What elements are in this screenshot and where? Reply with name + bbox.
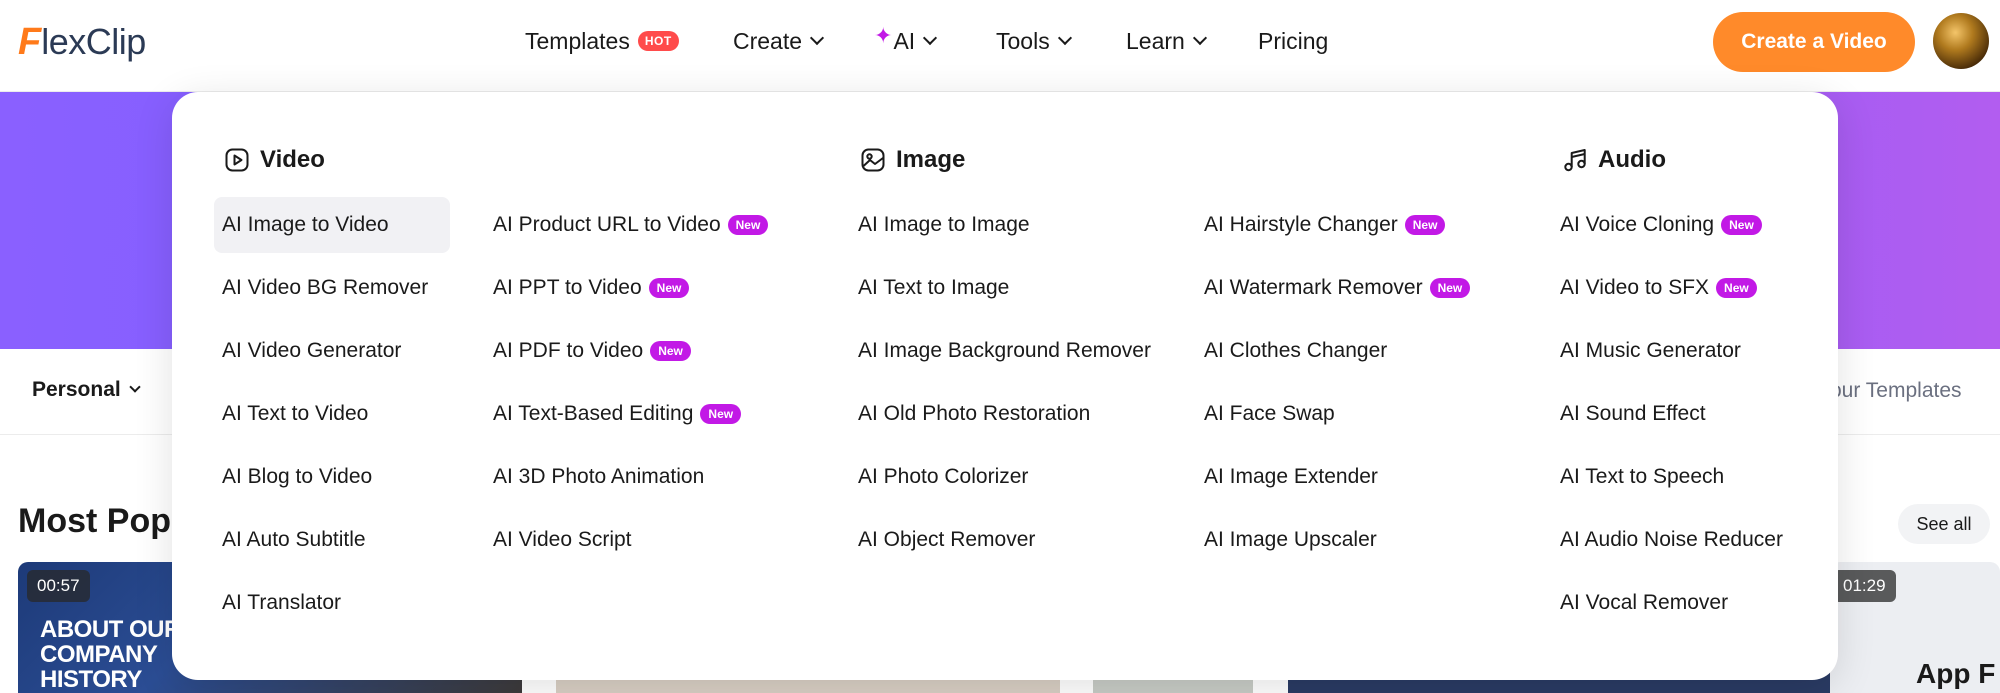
chevron-down-icon — [809, 30, 825, 46]
logo-text: lexClip — [41, 21, 146, 62]
menu-item-ai-image-to-image[interactable]: AI Image to Image — [850, 197, 1030, 253]
menu-item-ai-watermark-remover[interactable]: AI Watermark Remover New — [1196, 260, 1471, 316]
nav-pricing-label: Pricing — [1258, 27, 1329, 54]
menu-item-label: AI Video to SFX — [1560, 276, 1710, 299]
menu-item-label: AI Voice Cloning — [1560, 213, 1715, 236]
menu-item-label: AI PPT to Video — [493, 276, 642, 299]
menu-item-label: AI Product URL to Video — [493, 213, 721, 236]
menu-item-ai-video-script[interactable]: AI Video Script — [485, 512, 632, 568]
video-heading-label: Video — [260, 146, 325, 173]
chevron-down-icon — [1192, 30, 1207, 46]
menu-item-ai-audio-noise-reducer[interactable]: AI Audio Noise Reducer — [1552, 512, 1783, 568]
new-badge: New — [700, 404, 742, 424]
menu-item-ai-text-based-editing[interactable]: AI Text-Based Editing New — [485, 386, 742, 442]
ai-dropdown-menu: Video Image Audio AI Image to Video AI V… — [172, 92, 1838, 680]
menu-item-ai-product-url-to-video[interactable]: AI Product URL to Video New — [485, 197, 769, 253]
personal-dropdown[interactable]: Personal — [32, 378, 141, 402]
new-badge: New — [650, 341, 691, 361]
new-badge: New — [1404, 215, 1446, 235]
menu-item-ai-3d-photo-animation[interactable]: AI 3D Photo Animation — [485, 449, 704, 505]
menu-item-ai-image-upscaler[interactable]: AI Image Upscaler — [1196, 512, 1377, 568]
menu-item-ai-vocal-remover[interactable]: AI Vocal Remover — [1552, 575, 1728, 631]
menu-item-ai-video-generator[interactable]: AI Video Generator — [214, 323, 401, 379]
menu-item-ai-music-generator[interactable]: AI Music Generator — [1552, 323, 1741, 379]
nav-learn-label: Learn — [1126, 27, 1185, 54]
nav-ai[interactable]: ✦ AI — [874, 23, 938, 58]
section-title: Most Popu — [18, 502, 192, 540]
nav-learn[interactable]: Learn — [1126, 24, 1207, 58]
menu-item-ai-translator[interactable]: AI Translator — [214, 575, 341, 631]
menu-item-ai-object-remover[interactable]: AI Object Remover — [850, 512, 1035, 568]
create-video-button[interactable]: Create a Video — [1713, 12, 1915, 72]
personal-label: Personal — [32, 378, 121, 401]
menu-item-ai-face-swap[interactable]: AI Face Swap — [1196, 386, 1335, 442]
new-badge: New — [1716, 278, 1757, 298]
image-heading: Image — [860, 146, 965, 174]
menu-item-ai-image-background-remover[interactable]: AI Image Background Remover — [850, 323, 1151, 379]
menu-item-ai-old-photo-restoration[interactable]: AI Old Photo Restoration — [850, 386, 1090, 442]
menu-item-label: AI PDF to Video — [493, 339, 644, 362]
chevron-down-icon — [129, 381, 141, 393]
nav-tools-label: Tools — [996, 27, 1050, 54]
nav-templates[interactable]: Templates HOT — [525, 24, 679, 58]
menu-item-ai-sound-effect[interactable]: AI Sound Effect — [1552, 386, 1706, 442]
menu-item-label: AI Hairstyle Changer — [1204, 213, 1398, 236]
image-icon — [861, 148, 885, 172]
menu-item-label: AI Text-Based Editing — [493, 402, 694, 425]
menu-item-ai-image-to-video[interactable]: AI Image to Video — [214, 197, 450, 253]
your-templates-link[interactable]: our Templates — [1830, 379, 1962, 403]
nav-pricing[interactable]: Pricing — [1258, 24, 1328, 58]
thumbnail-text: ABOUT OUR COMPANY HISTORY — [40, 616, 181, 693]
menu-item-ai-hairstyle-changer[interactable]: AI Hairstyle Changer New — [1196, 197, 1446, 253]
thumbnail-text: App F — [1916, 658, 1996, 689]
menu-item-ai-text-to-image[interactable]: AI Text to Image — [850, 260, 1009, 316]
chevron-down-icon — [923, 30, 938, 46]
nav-create[interactable]: Create — [733, 24, 825, 58]
menu-item-ai-pdf-to-video[interactable]: AI PDF to Video New — [485, 323, 691, 379]
nav-templates-label: Templates — [525, 27, 630, 54]
audio-heading-label: Audio — [1598, 146, 1666, 173]
duration-badge: 00:57 — [27, 570, 90, 602]
new-badge: New — [727, 215, 769, 235]
new-badge: New — [1429, 278, 1471, 298]
user-avatar[interactable] — [1933, 13, 1989, 69]
menu-item-ai-photo-colorizer[interactable]: AI Photo Colorizer — [850, 449, 1028, 505]
menu-item-ai-ppt-to-video[interactable]: AI PPT to Video New — [485, 260, 690, 316]
nav-ai-label: AI — [893, 27, 916, 54]
menu-item-ai-video-bg-remover[interactable]: AI Video BG Remover — [214, 260, 428, 316]
chevron-down-icon — [1057, 30, 1072, 46]
play-square-icon — [225, 148, 249, 172]
menu-item-label: AI Watermark Remover — [1204, 276, 1423, 299]
audio-heading: Audio — [1562, 146, 1666, 174]
music-note-icon — [1564, 149, 1586, 172]
menu-item-ai-auto-subtitle[interactable]: AI Auto Subtitle — [214, 512, 366, 568]
menu-item-ai-image-extender[interactable]: AI Image Extender — [1196, 449, 1378, 505]
nav-create-label: Create — [733, 27, 803, 54]
logo-mark: F — [18, 21, 42, 63]
menu-item-ai-text-to-speech[interactable]: AI Text to Speech — [1552, 449, 1724, 505]
video-heading: Video — [224, 146, 325, 174]
see-all-button[interactable]: See all — [1898, 504, 1990, 544]
nav-tools[interactable]: Tools — [996, 24, 1072, 58]
image-heading-label: Image — [896, 146, 966, 173]
menu-item-ai-voice-cloning[interactable]: AI Voice Cloning New — [1552, 197, 1762, 253]
new-badge: New — [648, 278, 690, 298]
duration-badge: 01:29 — [1833, 570, 1896, 602]
sparkle-icon: ✦ — [874, 23, 893, 48]
menu-item-ai-text-to-video[interactable]: AI Text to Video — [214, 386, 368, 442]
top-header: F lexClip Templates HOT Create ✦ AI Tool… — [0, 0, 2000, 92]
flexclip-logo[interactable]: F lexClip — [18, 20, 146, 64]
hot-badge: HOT — [637, 31, 679, 51]
menu-item-ai-video-to-sfx[interactable]: AI Video to SFX New — [1552, 260, 1757, 316]
menu-item-ai-clothes-changer[interactable]: AI Clothes Changer — [1196, 323, 1387, 379]
menu-item-ai-blog-to-video[interactable]: AI Blog to Video — [214, 449, 372, 505]
new-badge: New — [1721, 215, 1762, 235]
